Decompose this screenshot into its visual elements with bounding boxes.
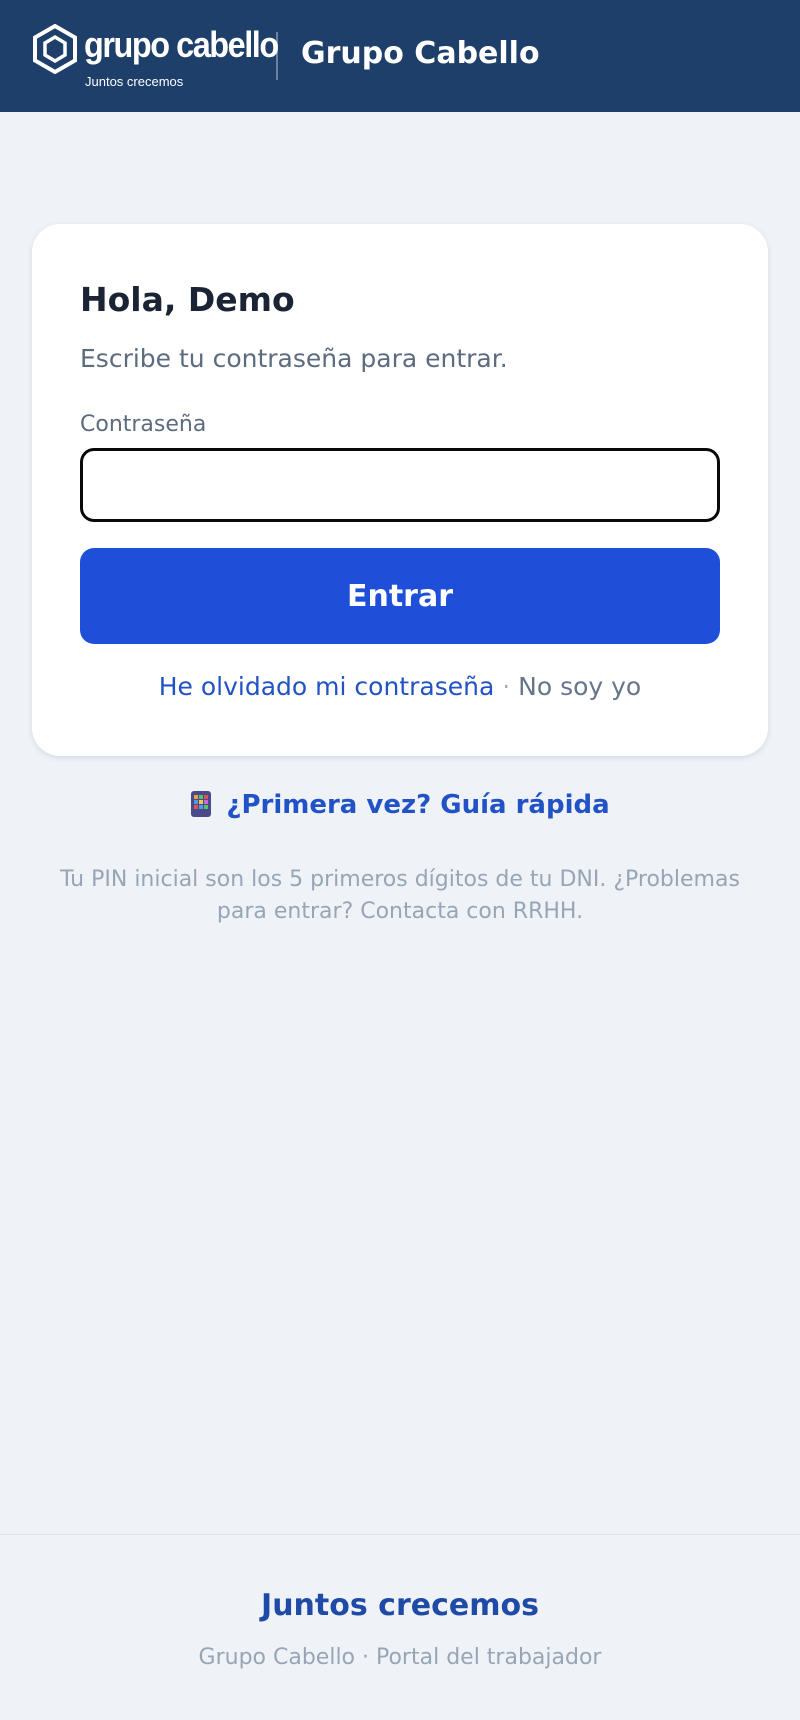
header-divider bbox=[276, 32, 278, 80]
phone-icon bbox=[191, 791, 212, 817]
greeting-heading: Hola, Demo bbox=[80, 280, 295, 319]
quick-guide-link[interactable]: ¿Primera vez? Guía rápida bbox=[0, 790, 800, 820]
footer-motto: Juntos crecemos bbox=[261, 1588, 539, 1623]
password-input[interactable] bbox=[80, 448, 720, 522]
login-button[interactable]: Entrar bbox=[80, 548, 720, 644]
forgot-password-link[interactable]: He olvidado mi contraseña bbox=[159, 672, 495, 701]
footer-divider bbox=[0, 1534, 800, 1535]
account-links: He olvidado mi contraseña · No soy yo bbox=[32, 672, 768, 701]
logo-wordmark: grupo cabello bbox=[84, 24, 279, 65]
company-logo[interactable]: grupo cabello Juntos crecemos bbox=[32, 24, 279, 94]
footer-subtitle: Grupo Cabello · Portal del trabajador bbox=[198, 1645, 602, 1670]
login-card: Hola, Demo Escribe tu contraseña para en… bbox=[32, 224, 768, 756]
header-title: Grupo Cabello bbox=[301, 36, 540, 71]
top-bar: grupo cabello Juntos crecemos Grupo Cabe… bbox=[0, 0, 800, 112]
link-separator: · bbox=[502, 672, 511, 701]
logo-tagline: Juntos crecemos bbox=[85, 74, 184, 89]
login-instructions: Escribe tu contraseña para entrar. bbox=[80, 344, 508, 373]
quick-guide-label: ¿Primera vez? Guía rápida bbox=[226, 790, 610, 820]
not-me-link[interactable]: No soy yo bbox=[518, 672, 641, 701]
hexagon-logo-icon bbox=[33, 24, 77, 74]
password-label: Contraseña bbox=[80, 412, 207, 437]
help-text: Tu PIN inicial son los 5 primeros dígito… bbox=[60, 867, 740, 924]
